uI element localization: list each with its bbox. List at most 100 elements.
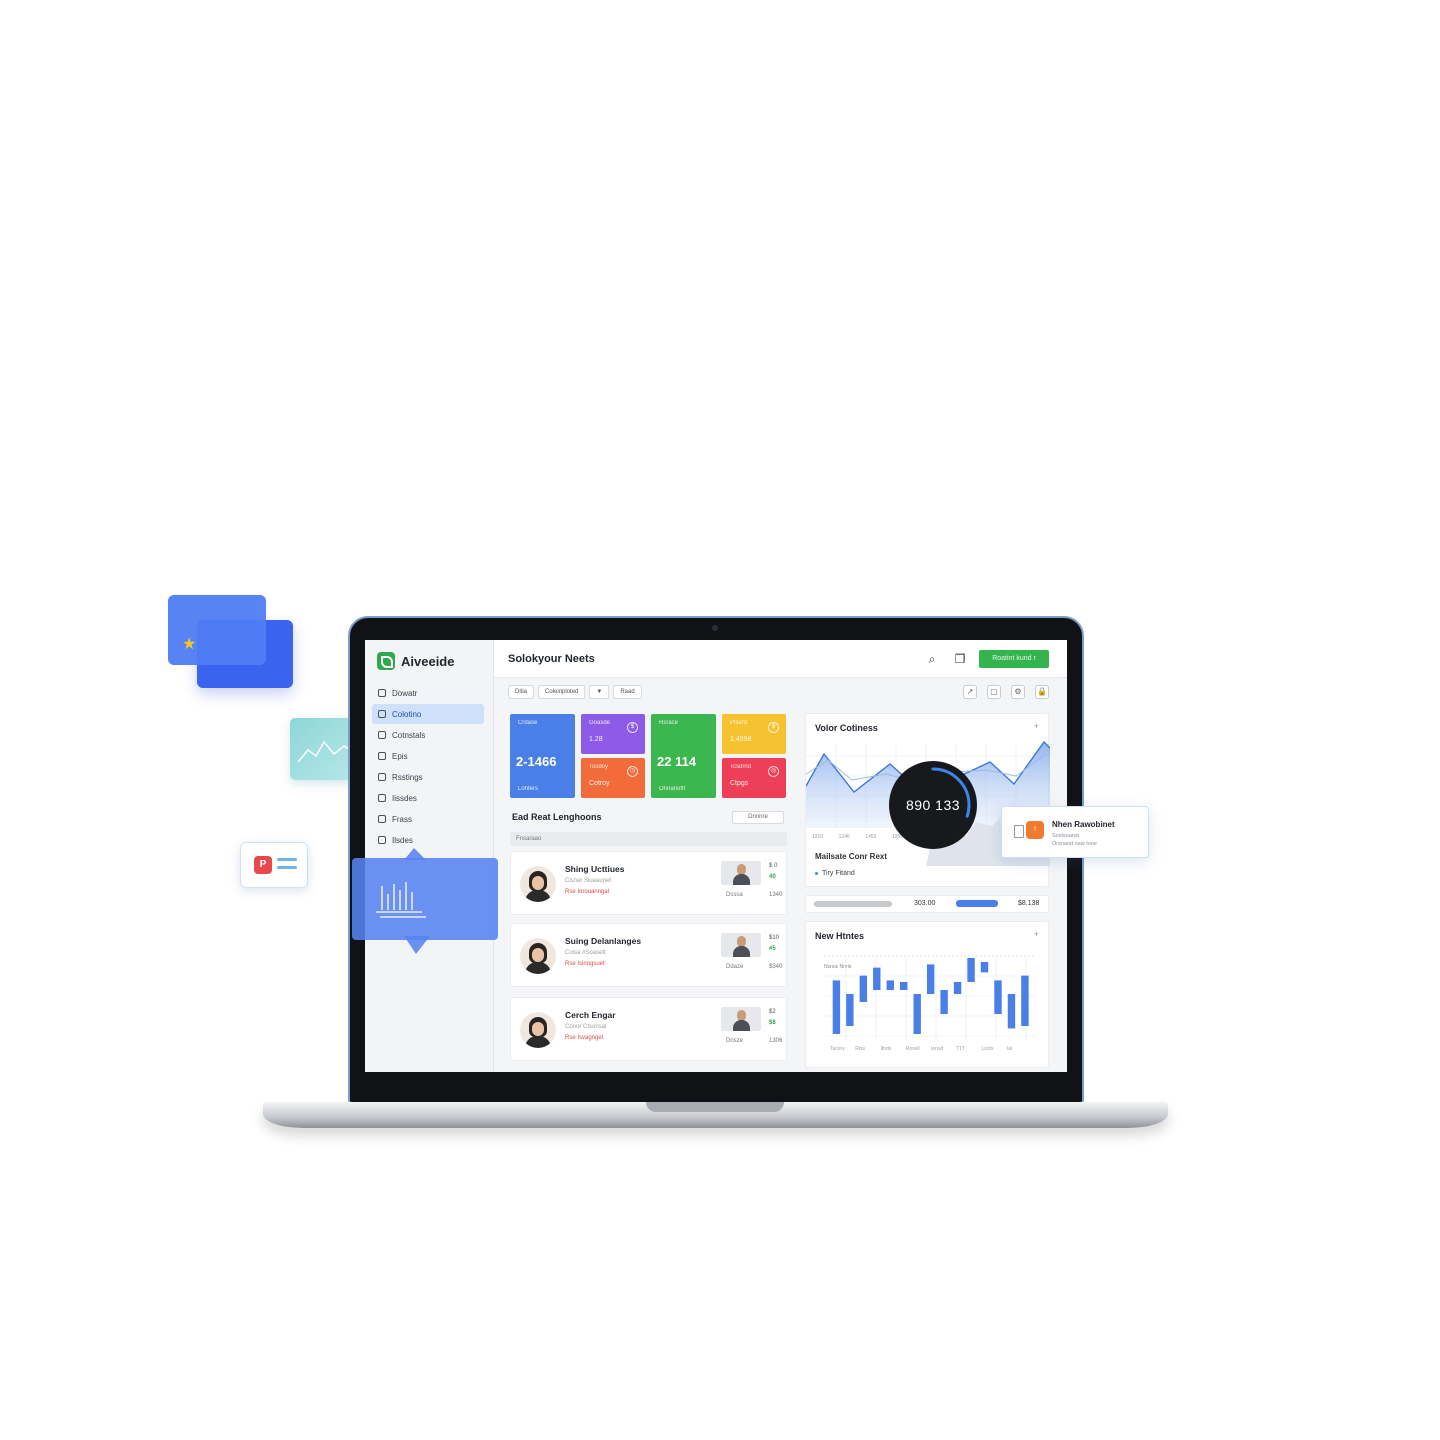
sidebar: Aiveeide Dowatr Colotino Cotnstals Epis … <box>365 640 494 1072</box>
stat-tile-6[interactable]: Tcsdrnd Ctpgs ◎ <box>722 758 786 798</box>
chart-bar[interactable] <box>859 975 868 1002</box>
chart-bar[interactable] <box>1021 975 1029 1026</box>
x-tick-label: Ial <box>1007 1046 1012 1052</box>
stat-tile-3[interactable]: Rsrace 22 114 Onnanoftr <box>651 714 716 798</box>
card-value-3: $340 <box>769 964 783 970</box>
list-card-3[interactable]: Cerch Engar Conor Ctsonsat Rse Isvagnget… <box>510 997 787 1061</box>
card-thumbnail <box>721 861 761 885</box>
star-icon: ★ <box>182 636 197 653</box>
brand[interactable]: Aiveeide <box>377 652 454 670</box>
card-subtitle: Conor Ctsonsat <box>565 1024 607 1030</box>
avatar <box>520 1012 556 1048</box>
plus-icon[interactable]: + <box>1034 929 1039 939</box>
list-card-1[interactable]: Shing Ucttiues Cisnar Siuaaunet Rse Ioro… <box>510 851 787 915</box>
sidebar-item-7[interactable]: Frass <box>372 809 484 829</box>
filter-3[interactable]: Raad <box>613 685 642 699</box>
sidebar-item-label: Colotino <box>392 709 422 719</box>
chart-bar[interactable] <box>886 980 894 990</box>
x-tick-label: Riss <box>855 1046 865 1052</box>
sidebar-item-5[interactable]: Rsstings <box>372 767 484 787</box>
chart-bar[interactable] <box>1007 994 1016 1029</box>
floating-chat-bubble: P <box>240 842 308 888</box>
card-meta: Rse Isinngsuet <box>565 961 605 967</box>
filter-2[interactable]: Coleinploted <box>538 685 586 699</box>
chart-bar[interactable] <box>953 982 962 994</box>
sidebar-item-3[interactable]: Cotnstals <box>372 725 484 745</box>
card-thumbnail <box>721 933 761 957</box>
card-thumbnail <box>721 1007 761 1031</box>
tile-value: Cotroy <box>589 780 610 787</box>
topbar: Solokyour Neets ⌕ ❐ Roatint kund r <box>494 640 1067 678</box>
progress-row: 303.00 $8.138 <box>805 895 1049 913</box>
panel-title: New Htntes <box>815 931 865 941</box>
stat-tile-2[interactable]: Goasde 1.28 $ <box>581 714 645 754</box>
card-subtitle: Cisnar Siuaaunet <box>565 878 612 884</box>
tile-label: Ptsvrd <box>730 720 748 726</box>
logo-icon <box>377 652 395 670</box>
plus-icon[interactable]: + <box>1034 721 1039 731</box>
gauge: 890 133 <box>889 761 977 849</box>
toolbar-tools: ↗ ▢ ⚙ 🔒 <box>963 685 1049 699</box>
filter-dropdown[interactable]: ▼ <box>589 685 610 699</box>
chart-bar[interactable] <box>926 964 935 994</box>
card-meta: Rse Iorouanngat <box>565 889 610 895</box>
progress-bar-2 <box>956 900 998 907</box>
floating-bars-card <box>352 858 498 940</box>
chart-bar[interactable] <box>913 994 921 1034</box>
list-sort-button[interactable]: Dnnnre <box>732 811 784 824</box>
x-tick-label: Tacery <box>830 1046 845 1052</box>
bar-chart-panel: New Htntes + Nsnus Nnrle Tacery Riss Itnds… <box>805 921 1049 1068</box>
sidebar-item-8[interactable]: Ilsdes <box>372 830 484 850</box>
copy-icon[interactable]: ❐ <box>953 652 967 666</box>
document-icon <box>1014 825 1024 838</box>
filter-1[interactable]: Ditia <box>508 685 535 699</box>
sidebar-item-2[interactable]: Colotino <box>372 704 484 724</box>
tile-value: Ctpgs <box>730 780 749 787</box>
tile-sub: Onnanoftr <box>659 786 686 792</box>
avatar <box>520 938 556 974</box>
notification-detail: Orsnand naw tone <box>1052 841 1097 847</box>
export-icon[interactable]: ↗ <box>963 685 977 699</box>
chart-bar[interactable] <box>940 990 948 1014</box>
sidebar-item-label: Ilsdes <box>392 835 413 845</box>
settings-icon[interactable]: ⚙ <box>1011 685 1025 699</box>
chart-bar[interactable] <box>900 982 908 990</box>
list-title: Ead Reat Lenghoons <box>512 812 602 822</box>
sidebar-item-label: Frass <box>392 814 412 824</box>
sidebar-item-4[interactable]: Epis <box>372 746 484 766</box>
primary-action-button[interactable]: Roatint kund r <box>979 650 1049 668</box>
card-icon <box>378 752 386 760</box>
list-card-2[interactable]: Suing Delanlanges Coisa #Soasett Rse Isi… <box>510 923 787 987</box>
lock-icon[interactable]: 🔒 <box>1035 685 1049 699</box>
stat-tile-1[interactable]: Crdase 2-1466 Lohfers <box>510 714 575 798</box>
chart-bar[interactable] <box>980 962 989 973</box>
copy-icon[interactable]: ▢ <box>987 685 1001 699</box>
panel-title: Volor Cotiness <box>815 723 878 733</box>
chart-bar[interactable] <box>873 967 881 990</box>
stat-tile-5[interactable]: Tosdoy Cotroy ◷ <box>581 758 645 798</box>
sidebar-item-6[interactable]: Iissdes <box>372 788 484 808</box>
chart-bar[interactable] <box>967 958 975 982</box>
card-foot: Ddaze <box>726 964 744 970</box>
tile-value: 1.28 <box>589 736 603 743</box>
x-tick-label: Rosell <box>906 1046 920 1052</box>
chart-bar[interactable] <box>846 994 854 1026</box>
stat-tile-4[interactable]: Ptsvrd 1.4598 $ <box>722 714 786 754</box>
tile-value: 22 114 <box>657 754 697 769</box>
sidebar-item-1[interactable]: Dowatr <box>372 683 484 703</box>
tile-label: Tcsdrnd <box>730 764 752 770</box>
search-icon[interactable]: ⌕ <box>925 652 939 666</box>
notification-title: Nhen Rawobinet <box>1052 820 1115 829</box>
target-icon: ◎ <box>768 766 779 777</box>
card-foot: Dnsze <box>726 1038 744 1044</box>
card-value-1: $10 <box>769 935 780 941</box>
chart-bar[interactable] <box>832 980 841 1034</box>
card-value-3: 1306 <box>769 1038 783 1044</box>
notification-card[interactable]: ! Nhen Rawobinet Sostsoanst Orsnand naw … <box>1001 806 1149 858</box>
list-icon <box>378 794 386 802</box>
sidebar-item-label: Dowatr <box>392 688 418 698</box>
card-value-1: $ 0 <box>769 863 778 869</box>
chart-bar[interactable] <box>994 980 1002 1014</box>
panel-subtitle: Mailsate Conr Rext <box>815 852 888 861</box>
sidebar-item-label: Iissdes <box>392 793 417 803</box>
